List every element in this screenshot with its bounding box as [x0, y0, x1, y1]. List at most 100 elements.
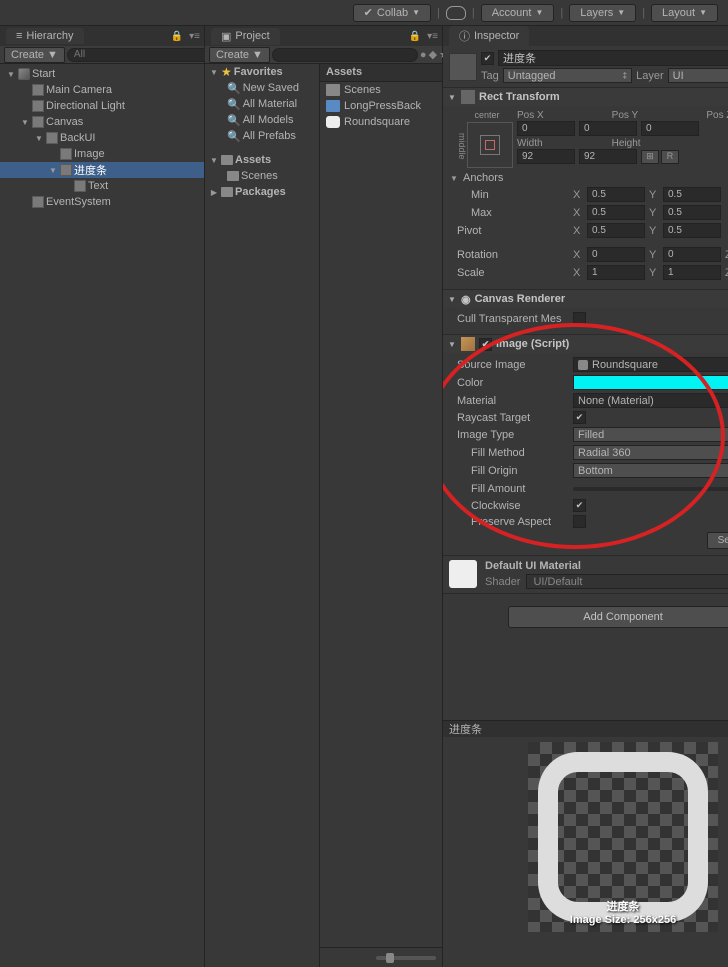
label: Min — [457, 189, 569, 201]
assets-label: Assets — [235, 154, 271, 166]
inspector-tab[interactable]: ⓘInspector — [449, 26, 529, 46]
favorite-item[interactable]: 🔍All Models — [205, 112, 319, 128]
fill-amount-slider[interactable] — [573, 487, 728, 491]
layer-dropdown[interactable]: UI‡ — [668, 68, 728, 83]
anchor-min-y[interactable] — [663, 187, 721, 202]
fill-origin-dropdown[interactable]: Bottom‡ — [573, 463, 728, 478]
component-header[interactable]: ▼ Rect Transform ❔⚙⋮ — [443, 88, 728, 106]
lock-icon[interactable]: 🔒 — [409, 31, 421, 42]
tag-dropdown[interactable]: Untagged‡ — [503, 68, 632, 83]
hierarchy-item[interactable]: ▶Text — [0, 178, 204, 194]
scale-y[interactable] — [663, 265, 721, 280]
hierarchy-item[interactable]: ▶Main Camera — [0, 82, 204, 98]
preserve-aspect-checkbox[interactable] — [573, 515, 586, 528]
label: Image Type — [457, 429, 569, 441]
project-asset-item[interactable]: LongPressBack — [320, 98, 442, 114]
add-component-button[interactable]: Add Component — [508, 606, 728, 628]
top-toolbar: ✔Collab▼ | | Account▼ | Layers▼ | Layout… — [0, 0, 728, 26]
image-component: ▼ ✔ Image (Script) ❔⚙⋮ Source ImageRound… — [443, 335, 728, 556]
anchor-max-x[interactable] — [587, 205, 645, 220]
hierarchy-tab[interactable]: ≡Hierarchy — [6, 28, 84, 44]
gameobject-icon[interactable] — [449, 53, 477, 81]
component-header[interactable]: ▼◉ Canvas Renderer ❔⚙⋮ — [443, 290, 728, 308]
filter-icon[interactable]: ◆ — [429, 48, 437, 61]
create-button[interactable]: Create▼ — [209, 47, 270, 63]
blueprint-mode-button[interactable]: ⊞ — [641, 150, 659, 164]
anchors-label[interactable]: Anchors — [463, 172, 503, 184]
preview-label: 进度条 Image Size: 256x256 — [528, 898, 718, 926]
active-checkbox[interactable]: ✔ — [481, 52, 494, 65]
label: Pos X — [517, 110, 608, 121]
pos-y-input[interactable] — [579, 121, 637, 136]
label: Max — [457, 207, 569, 219]
pos-x-input[interactable] — [517, 121, 575, 136]
favorite-item[interactable]: 🔍All Material — [205, 96, 319, 112]
label: Clockwise — [457, 500, 569, 512]
raw-edit-button[interactable]: R — [661, 150, 679, 164]
cloud-icon[interactable] — [446, 6, 466, 20]
layout-button[interactable]: Layout▼ — [651, 4, 718, 22]
preview-section: 进度条— 进度条 Image Size: 256x256 — [443, 720, 728, 937]
material-field[interactable]: None (Material)⊙ — [573, 393, 728, 408]
collab-button[interactable]: ✔Collab▼ — [353, 4, 431, 22]
anchor-preset-button[interactable] — [467, 122, 513, 168]
pivot-y[interactable] — [663, 223, 721, 238]
shader-dropdown[interactable]: UI/Default▼ — [526, 574, 728, 589]
anchor-min-x[interactable] — [587, 187, 645, 202]
rot-y[interactable] — [663, 247, 721, 262]
rot-x[interactable] — [587, 247, 645, 262]
hierarchy-item[interactable]: ▶Image — [0, 146, 204, 162]
pos-z-input[interactable] — [641, 121, 699, 136]
create-button[interactable]: Create▼ — [4, 47, 65, 63]
asset-folder-item[interactable]: Scenes — [205, 168, 319, 184]
layers-button[interactable]: Layers▼ — [569, 4, 636, 22]
scale-x[interactable] — [587, 265, 645, 280]
panel-menu-icon[interactable]: ▾≡ — [427, 31, 438, 42]
hierarchy-tree[interactable]: ▼Start▶Main Camera▶Directional Light▼Can… — [0, 64, 204, 967]
hierarchy-item[interactable]: ▼进度条 — [0, 162, 204, 178]
component-header[interactable]: ▼ ✔ Image (Script) ❔⚙⋮ — [443, 335, 728, 353]
hierarchy-item[interactable]: ▶EventSystem — [0, 194, 204, 210]
hierarchy-search-input[interactable] — [67, 48, 213, 62]
panel-menu-icon[interactable]: ▾≡ — [189, 31, 200, 42]
cull-checkbox[interactable] — [573, 312, 586, 325]
hierarchy-item[interactable]: ▶Directional Light — [0, 98, 204, 114]
icon-size-slider[interactable] — [376, 956, 436, 960]
set-native-size-button[interactable]: Set Native Size — [707, 532, 728, 549]
rect-transform-icon — [461, 90, 475, 104]
enable-checkbox[interactable]: ✔ — [479, 338, 492, 351]
label: Height — [612, 138, 703, 149]
project-asset-item[interactable]: Roundsquare — [320, 114, 442, 130]
favorite-item[interactable]: 🔍New Saved — [205, 80, 319, 96]
width-input[interactable] — [517, 149, 575, 164]
project-asset-list[interactable]: ScenesLongPressBackRoundsquare — [320, 82, 442, 947]
hierarchy-item[interactable]: ▼Start — [0, 66, 204, 82]
pivot-x[interactable] — [587, 223, 645, 238]
divider: | — [437, 7, 440, 19]
project-folders[interactable]: ▼★Favorites 🔍New Saved🔍All Material🔍All … — [205, 64, 320, 967]
anchor-max-y[interactable] — [663, 205, 721, 220]
account-button[interactable]: Account▼ — [481, 4, 555, 22]
clockwise-checkbox[interactable]: ✔ — [573, 499, 586, 512]
lock-icon[interactable]: 🔒 — [171, 31, 183, 42]
project-tab[interactable]: ▣Project — [211, 28, 280, 45]
project-search-input[interactable] — [272, 48, 418, 62]
favorite-item[interactable]: 🔍All Prefabs — [205, 128, 319, 144]
source-image-field[interactable]: Roundsquare⊙ — [573, 357, 728, 372]
hierarchy-item[interactable]: ▼BackUI — [0, 130, 204, 146]
project-asset-item[interactable]: Scenes — [320, 82, 442, 98]
fill-method-dropdown[interactable]: Radial 360‡ — [573, 445, 728, 460]
image-type-dropdown[interactable]: Filled‡ — [573, 427, 728, 442]
layer-label: Layer — [636, 70, 664, 82]
preview-header[interactable]: 进度条— — [443, 721, 728, 737]
hierarchy-item[interactable]: ▼Canvas — [0, 114, 204, 130]
hierarchy-panel: ≡Hierarchy 🔒 ▾≡ Create▼ ▼Start▶Main Camer… — [0, 26, 205, 967]
label: Preserve Aspect — [457, 516, 569, 528]
anchor-preset-label: middle — [457, 133, 467, 160]
height-input[interactable] — [579, 149, 637, 164]
label: Width — [517, 138, 608, 149]
raycast-checkbox[interactable]: ✔ — [573, 411, 586, 424]
filter-icon[interactable]: ● — [420, 49, 427, 61]
gameobject-name-input[interactable] — [498, 50, 728, 66]
color-field[interactable] — [573, 375, 728, 390]
